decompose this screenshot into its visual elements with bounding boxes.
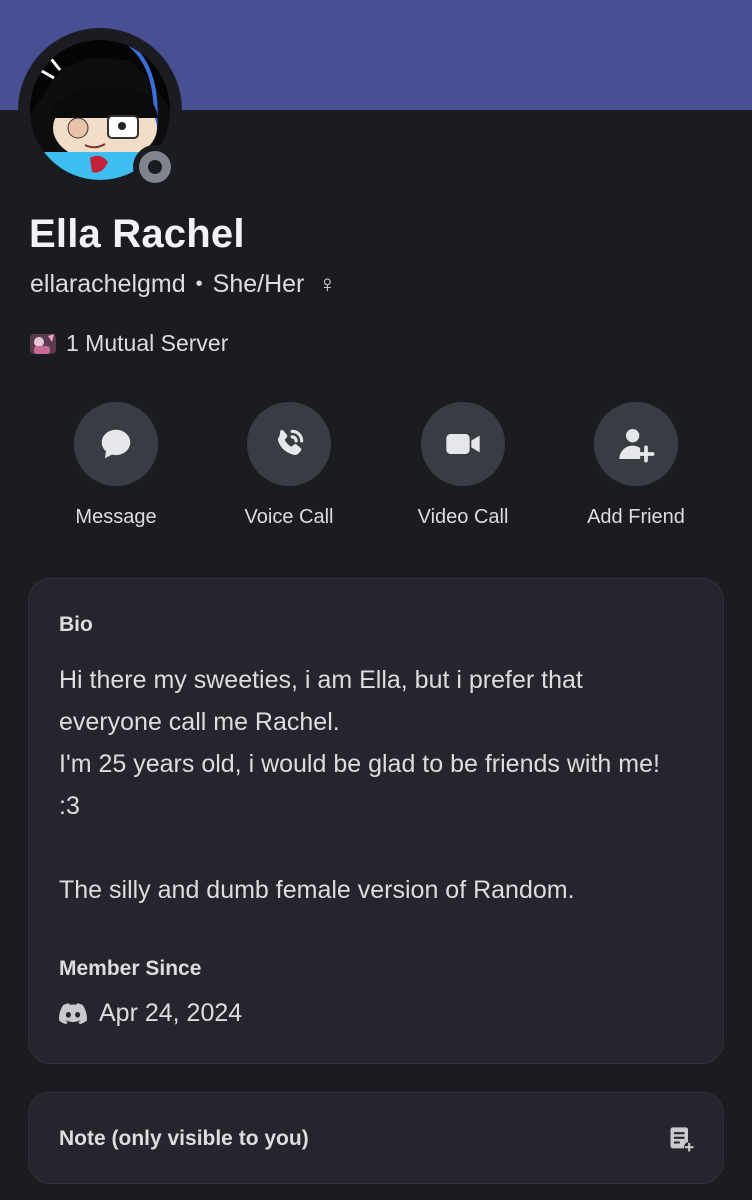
discord-icon [59,1002,87,1024]
bio-text: Hi there my sweeties, i am Ella, but i p… [59,666,660,904]
video-call-label: Video Call [417,506,509,528]
message-button-circle[interactable] [74,402,158,486]
add-friend-button[interactable]: Add Friend [551,402,721,529]
mutual-servers-label: 1 Mutual Server [66,330,229,356]
message-icon [101,429,131,459]
separator: • [195,273,203,295]
member-since-heading: Member Since [59,957,202,980]
bio-card: Bio Hi there my sweeties, i am Ella, but… [28,578,724,1064]
edit-note-icon[interactable] [667,1125,695,1153]
member-since-date: Apr 24, 2024 [99,999,243,1027]
bio-heading: Bio [59,613,93,636]
note-card[interactable]: Note (only visible to you) [28,1092,724,1184]
add-friend-icon [619,429,655,463]
voice-call-label: Voice Call [244,506,334,528]
status-offline-icon [139,151,171,183]
identity-line: ellarachelgmd • She/Her ♀ [30,270,336,299]
username: ellarachelgmd [30,270,186,298]
display-name: Ella Rachel [29,212,245,256]
voice-call-button-circle[interactable] [247,402,331,486]
video-call-button[interactable]: Video Call [378,402,548,529]
add-friend-label: Add Friend [587,506,685,528]
add-friend-button-circle[interactable] [594,402,678,486]
note-heading: Note (only visible to you) [59,1127,309,1150]
pronouns: She/Her [212,270,305,298]
female-symbol-icon: ♀ [318,270,337,298]
voice-call-button[interactable]: Voice Call [204,402,374,529]
video-camera-icon [446,434,480,454]
message-label: Message [75,506,157,528]
phone-icon [277,429,304,456]
member-since-row: Apr 24, 2024 [59,999,242,1028]
message-button[interactable]: Message [31,402,201,529]
mutual-servers-link[interactable]: 1 Mutual Server [30,330,228,357]
video-call-button-circle[interactable] [421,402,505,486]
server-icon [30,333,56,354]
